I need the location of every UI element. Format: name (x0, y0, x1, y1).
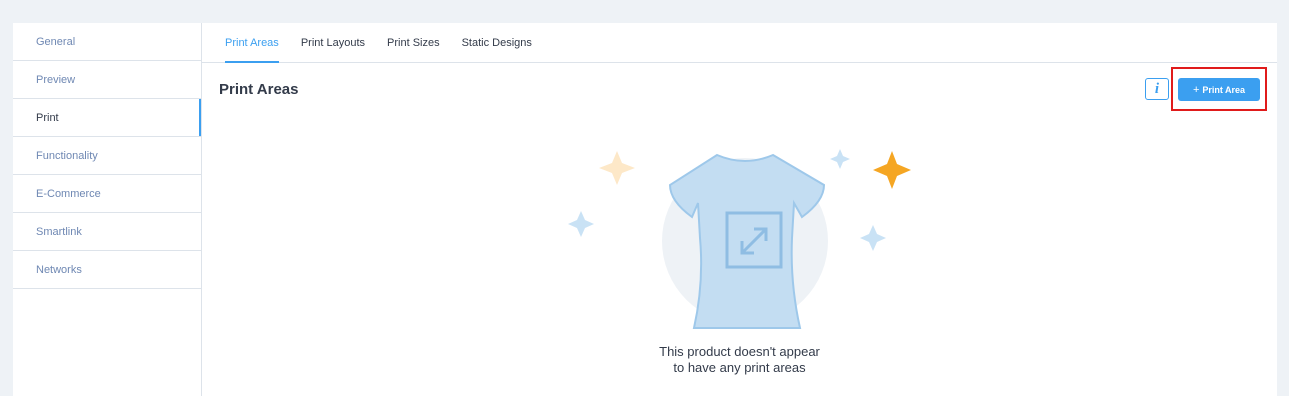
add-print-area-label: Print Area (1202, 84, 1246, 95)
tshirt-illustration (568, 149, 911, 329)
sidebar-item-label: Functionality (36, 149, 98, 162)
sidebar-item-label: General (36, 35, 76, 48)
sidebar-item-general[interactable]: General (13, 23, 201, 61)
empty-state-line-2: to have any print areas (673, 360, 806, 375)
sidebar-item-label: Preview (36, 73, 76, 86)
sidebar-item-print[interactable]: Print (13, 99, 201, 137)
tab-bar: Print Areas Print Layouts Print Sizes St… (202, 23, 1277, 63)
sidebar-item-label: Print (36, 111, 59, 124)
sidebar-item-preview[interactable]: Preview (13, 61, 201, 99)
tab-static-designs[interactable]: Static Designs (462, 23, 532, 62)
empty-state-line-1: This product doesn't appear (659, 344, 820, 359)
tab-print-layouts[interactable]: Print Layouts (301, 23, 365, 62)
sparkle-icon (599, 151, 635, 185)
sidebar-item-networks[interactable]: Networks (13, 251, 201, 289)
sidebar-item-label: Networks (36, 263, 82, 276)
sparkle-icon (873, 151, 911, 189)
settings-sidebar: General Preview Print Functionality E-Co… (13, 23, 201, 396)
plus-icon: + (1192, 83, 1200, 96)
empty-state-message: This product doesn't appear to have any … (602, 344, 877, 376)
sidebar-item-smartlink[interactable]: Smartlink (13, 213, 201, 251)
sidebar-item-label: E-Commerce (36, 187, 101, 200)
page-title: Print Areas (219, 81, 299, 98)
sidebar-item-label: Smartlink (36, 225, 82, 238)
info-icon: i (1154, 80, 1160, 97)
info-button[interactable]: i (1145, 78, 1169, 100)
sparkle-icon (568, 211, 594, 237)
add-print-area-button[interactable]: + Print Area (1178, 78, 1260, 101)
sidebar-item-functionality[interactable]: Functionality (13, 137, 201, 175)
tab-print-areas[interactable]: Print Areas (225, 23, 279, 63)
sparkle-icon (830, 149, 850, 169)
sidebar-item-e-commerce[interactable]: E-Commerce (13, 175, 201, 213)
tab-print-sizes[interactable]: Print Sizes (387, 23, 440, 62)
sparkle-icon (860, 225, 886, 251)
main-panel: Print Areas Print Layouts Print Sizes St… (201, 23, 1277, 396)
